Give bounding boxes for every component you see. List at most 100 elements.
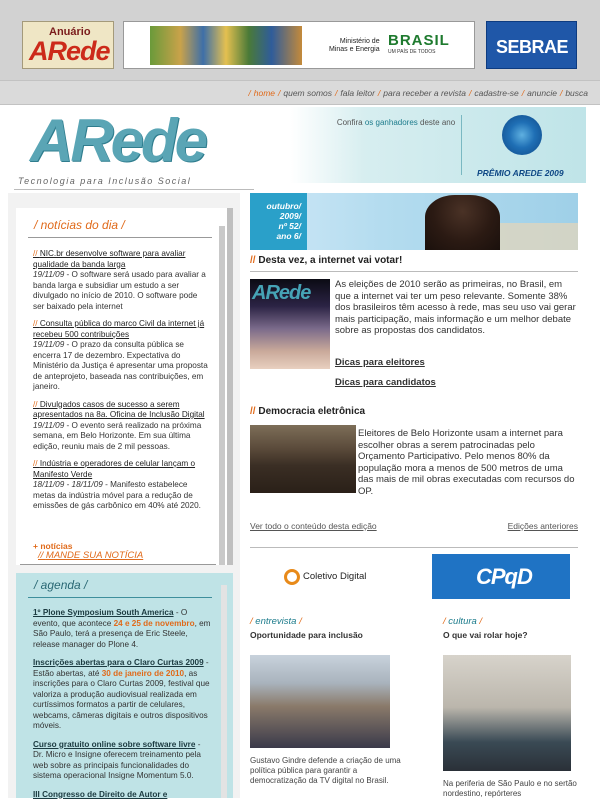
news-item: // Consulta pública do marco Civil da in… [33, 319, 209, 393]
sebrae-logo-text: SEBRAE [496, 37, 569, 57]
send-news-label: MANDE SUA NOTÍCIA [45, 550, 144, 561]
news-headline-link[interactable]: // Indústria e operadores de celular lan… [33, 459, 209, 480]
cultura-title[interactable]: / cultura / [443, 616, 482, 627]
news-title: / notícias do dia / [34, 218, 125, 232]
cultura-subtitle[interactable]: O que vai rolar hoje? [443, 630, 528, 640]
news-list: // NIC.br desenvolve software para avali… [33, 249, 209, 519]
send-news-link[interactable]: // MANDE SUA NOTÍCIA [38, 550, 143, 561]
nav-link[interactable]: anuncie [527, 88, 557, 98]
news-slash: // [33, 459, 40, 468]
section-divider [250, 271, 578, 272]
agenda-scrollbar[interactable] [221, 585, 227, 798]
entrevista-caption: Gustavo Gindre defende a criação de uma … [250, 756, 401, 785]
tips-candidates-link[interactable]: Dicas para candidatos [335, 377, 436, 388]
cpqd-logo[interactable]: CPqD [432, 554, 570, 599]
premio-text-pre: Confira [336, 118, 363, 127]
democracy-photo[interactable] [250, 425, 356, 493]
nav-link[interactable]: cadastre-se [474, 88, 518, 98]
entrevista-label: entrevista [255, 616, 297, 627]
agenda-date-highlight: 24 e 25 de novembro [113, 618, 195, 628]
agenda-date-highlight: 30 de janeiro de 2010 [101, 668, 185, 678]
news-item: // Divulgados casos de sucesso a serem a… [33, 400, 209, 453]
nav-link[interactable]: home [254, 88, 275, 98]
nav-separator: / [521, 88, 525, 98]
send-news-divider [20, 564, 216, 565]
nav-separator: / [559, 88, 563, 98]
cultura-label: cultura [448, 616, 477, 627]
news-divider [28, 237, 212, 238]
section-title-text: Democracia eletrônica [258, 406, 366, 417]
agenda-headline-link[interactable]: Inscrições abertas para o Claro Curtas 2… [33, 658, 204, 667]
agenda-item: III Congresso de Direito de Autor e [33, 790, 211, 801]
arede-logo[interactable]: ARede [30, 105, 208, 177]
nav-separator: / [248, 88, 251, 98]
nav-item: / quem somos [275, 88, 332, 98]
section-title-internet-vote[interactable]: // Desta vez, a internet vai votar! [250, 255, 402, 266]
coletivo-digital-icon [284, 569, 300, 585]
news-headline: NIC.br desenvolve software para avaliar … [33, 249, 186, 269]
cover-photo [425, 195, 500, 250]
coletivo-digital-text: Coletivo Digital [303, 571, 367, 582]
section-title-democracy[interactable]: // Democracia eletrônica [250, 406, 365, 417]
agenda-box: / agenda / 1º Plone Symposium South Amer… [16, 573, 233, 799]
premio-text-post: deste ano [420, 118, 456, 127]
agenda-headline-link[interactable]: III Congresso de Direito de Autor e [33, 790, 167, 799]
section-text-internet-vote: As eleições de 2010 serão as primeiras, … [335, 279, 576, 336]
news-scrollbar[interactable] [219, 226, 225, 565]
nav-item: / cadastre-se [466, 88, 519, 98]
news-box: / notícias do dia / // NIC.br desenvolve… [16, 208, 233, 565]
news-headline: Indústria e operadores de celular lançam… [33, 459, 196, 479]
top-banner: Anuário ARede Ministério de Minas e Ener… [0, 0, 600, 80]
news-headline-link[interactable]: // Divulgados casos de sucesso a serem a… [33, 400, 209, 421]
magazine-cover-image[interactable]: ARede [250, 279, 330, 369]
sebrae-logo[interactable]: SEBRAE [486, 21, 577, 69]
section-title-text: Desta vez, a internet vai votar! [258, 255, 403, 266]
nav-link[interactable]: fala leitor [340, 88, 375, 98]
brasil-logo: BRASIL UM PAÍS DE TODOS [388, 32, 450, 60]
nav-link[interactable]: busca [565, 88, 588, 98]
nav-separator: / [377, 88, 381, 98]
news-slash: // [33, 249, 40, 258]
news-headline: Divulgados casos de sucesso a serem apre… [33, 399, 205, 420]
entrevista-subtitle[interactable]: Oportunidade para inclusão [250, 630, 363, 640]
entrevista-photo[interactable] [250, 655, 390, 748]
news-headline-link[interactable]: // Consulta pública do marco Civil da in… [33, 319, 209, 340]
premio-banner[interactable]: Confira os ganhadores deste ano PRÊMIO A… [290, 107, 586, 183]
masthead-divider [14, 189, 254, 190]
main-content: outubro/ 2009/ nº 52/ ano 6/ // Desta ve… [240, 193, 592, 798]
agenda-divider [28, 597, 212, 598]
agenda-headline-link[interactable]: 1º Plone Symposium South America [33, 608, 174, 617]
agenda-headline-link[interactable]: Curso gratuito online sobre software liv… [33, 740, 195, 749]
edition-banner[interactable]: outubro/ 2009/ nº 52/ ano 6/ [250, 193, 578, 250]
nav-item: / busca [557, 88, 588, 98]
title-slash: / [476, 616, 483, 627]
edition-tag: outubro/ 2009/ nº 52/ ano 6/ [250, 193, 307, 250]
all-content-link[interactable]: Ver todo o conteúdo desta edição [250, 521, 377, 531]
magazine-cover-logo: ARede [252, 282, 311, 304]
ad-photo-strip [150, 26, 302, 65]
news-item: // NIC.br desenvolve software para avali… [33, 249, 209, 312]
nav-link[interactable]: para receber a revista [383, 88, 466, 98]
anuario-arede-logo[interactable]: Anuário ARede [22, 21, 114, 69]
cultura-photo[interactable] [443, 655, 571, 771]
premio-winners-link[interactable]: os ganhadores [365, 118, 418, 127]
agenda-list: 1º Plone Symposium South America - O eve… [33, 608, 211, 808]
news-date: 19/11/09 [33, 340, 65, 349]
masthead: ARede Tecnologia para Inclusão Social Co… [8, 105, 592, 193]
news-date: 19/11/09 [33, 270, 65, 279]
previous-editions-link[interactable]: Edições anteriores [508, 521, 578, 531]
send-news-slash: // [38, 550, 46, 561]
premio-text: Confira os ganhadores deste ano [336, 117, 456, 128]
ministerio-ad-banner[interactable]: Ministério de Minas e Energia BRASIL UM … [123, 21, 475, 69]
tips-voters-link[interactable]: Dicas para eleitores [335, 357, 425, 368]
anuario-logo-text: ARede [29, 36, 111, 66]
cpqd-logo-text: CPqD [476, 564, 533, 589]
nav-link[interactable]: quem somos [283, 88, 332, 98]
premio-divider [461, 115, 462, 175]
news-slash: // [33, 399, 40, 409]
entrevista-title[interactable]: / entrevista / [250, 616, 302, 627]
coletivo-digital-logo[interactable]: Coletivo Digital [284, 565, 394, 589]
news-headline-link[interactable]: // NIC.br desenvolve software para avali… [33, 249, 209, 270]
brasil-logo-text: BRASIL [388, 32, 450, 49]
premio-emblem-icon [502, 115, 542, 155]
